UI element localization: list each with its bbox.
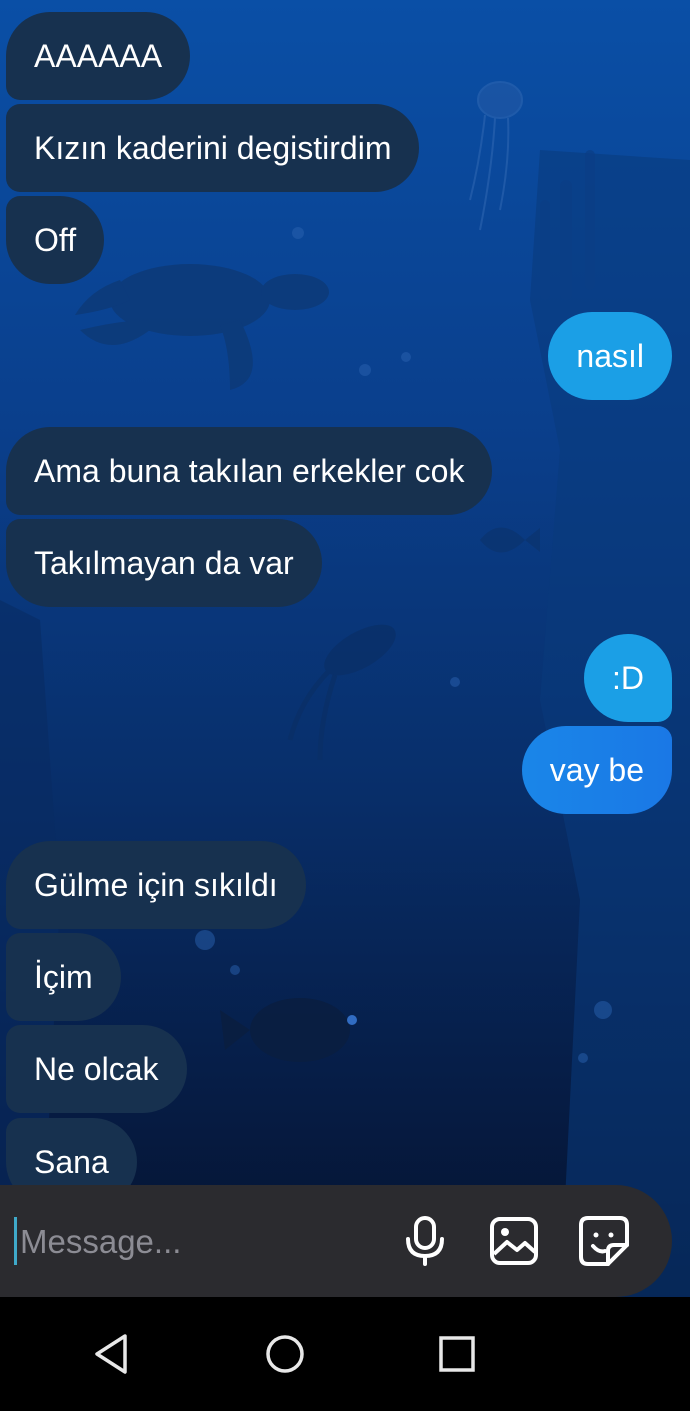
message-thread[interactable]: AAAAAA Kızın kaderini degistirdim Off na… (0, 0, 690, 1185)
incoming-message[interactable]: Off (6, 196, 105, 284)
message-input[interactable] (18, 1213, 382, 1271)
microphone-icon[interactable] (397, 1213, 453, 1269)
incoming-message[interactable]: Takılmayan da var (6, 519, 322, 607)
outgoing-message[interactable]: vay be (521, 726, 672, 814)
image-gallery-icon[interactable] (486, 1213, 542, 1269)
system-navigation-bar (0, 1297, 690, 1411)
incoming-message[interactable]: Kızın kaderini degistirdim (6, 104, 420, 192)
incoming-message[interactable]: İçim (6, 933, 121, 1021)
incoming-message[interactable]: Sana (6, 1118, 137, 1185)
outgoing-message[interactable]: :D (584, 634, 672, 722)
incoming-message[interactable]: Ne olcak (6, 1025, 187, 1113)
chat-screen: AAAAAA Kızın kaderini degistirdim Off na… (0, 0, 690, 1411)
recents-square-icon[interactable] (432, 1329, 482, 1379)
home-circle-icon[interactable] (260, 1329, 310, 1379)
message-composer (0, 1185, 672, 1297)
text-cursor (14, 1217, 17, 1265)
incoming-message[interactable]: AAAAAA (6, 12, 191, 100)
sticker-icon[interactable] (576, 1213, 632, 1269)
incoming-message[interactable]: Gülme için sıkıldı (6, 841, 306, 929)
outgoing-message[interactable]: nasıl (548, 312, 672, 400)
incoming-message[interactable]: Ama buna takılan erkekler cok (6, 427, 493, 515)
back-triangle-icon[interactable] (86, 1329, 136, 1379)
